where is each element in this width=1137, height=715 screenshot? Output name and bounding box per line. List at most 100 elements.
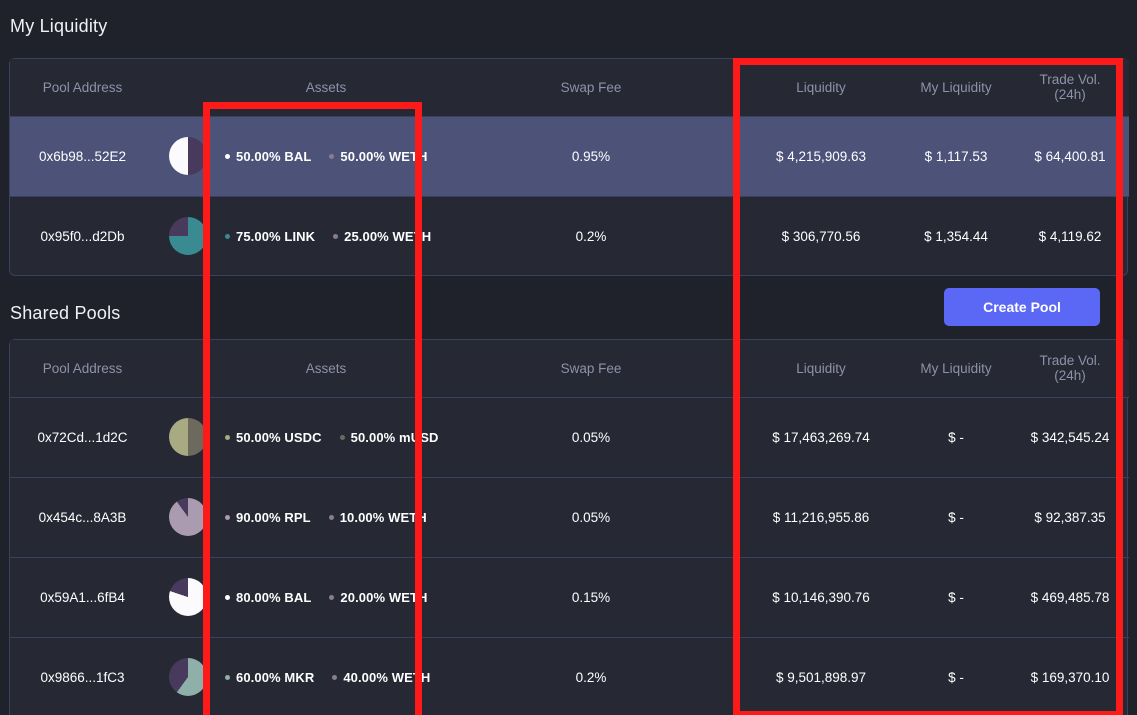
asset-color-dot-icon <box>225 515 230 520</box>
cell-liquidity: $ 4,215,909.63 <box>741 116 901 196</box>
cell-pie <box>155 196 211 276</box>
asset-weight-label: 75.00% LINK <box>236 229 315 244</box>
asset-color-dot-icon <box>329 595 334 600</box>
table-row[interactable]: 0x454c...8A3B90.00% RPL10.00% WETH0.05%$… <box>10 477 1129 557</box>
asset-legend-item: 20.00% WETH <box>329 590 427 605</box>
cell-pie <box>155 116 211 196</box>
asset-color-dot-icon <box>225 435 230 440</box>
shared-pools-table-head: Pool Address Assets Swap Fee Liquidity M… <box>10 340 1129 397</box>
cell-assets: 60.00% MKR 40.00% WETH <box>211 637 441 715</box>
cell-assets: 80.00% BAL 20.00% WETH <box>211 557 441 637</box>
asset-legend-item: 50.00% BAL <box>225 149 311 164</box>
cell-swap-fee: 0.15% <box>441 557 741 637</box>
asset-legend-item: 50.00% USDC <box>225 430 322 445</box>
cell-trade-volume: $ 169,370.10 <box>1011 637 1129 715</box>
asset-color-dot-icon <box>332 675 337 680</box>
column-header-swap-fee: Swap Fee <box>441 59 741 116</box>
cell-pool-address[interactable]: 0x9866...1fC3 <box>10 637 155 715</box>
pie-chart-icon <box>169 418 207 456</box>
cell-liquidity: $ 11,216,955.86 <box>741 477 901 557</box>
asset-color-dot-icon <box>333 234 338 239</box>
cell-swap-fee: 0.05% <box>441 477 741 557</box>
cell-trade-volume: $ 342,545.24 <box>1011 397 1129 477</box>
asset-weight-label: 50.00% USDC <box>236 430 322 445</box>
assets-legend: 60.00% MKR 40.00% WETH <box>225 670 427 685</box>
assets-legend: 50.00% USDC50.00% mUSD <box>225 430 427 445</box>
asset-color-dot-icon <box>225 675 230 680</box>
asset-weight-label: 50.00% mUSD <box>351 430 439 445</box>
table-row[interactable]: 0x59A1...6fB480.00% BAL20.00% WETH0.15%$… <box>10 557 1129 637</box>
asset-legend-item: 40.00% WETH <box>332 670 430 685</box>
cell-my-liquidity: $ - <box>901 477 1011 557</box>
table-row[interactable]: 0x6b98...52E250.00% BAL50.00% WETH0.95%$… <box>10 116 1129 196</box>
table-row[interactable]: 0x95f0...d2Db75.00% LINK25.00% WETH0.2%$… <box>10 196 1129 276</box>
table-row[interactable]: 0x9866...1fC3 60.00% MKR 40.00% WETH 0.2% $ … <box>10 637 1129 715</box>
pie-chart-icon <box>169 658 207 696</box>
cell-assets: 50.00% BAL 50.00% WETH <box>211 116 441 196</box>
asset-weight-label: 20.00% WETH <box>340 590 427 605</box>
create-pool-toolbar: Create Pool <box>9 277 1128 337</box>
cell-pie <box>155 477 211 557</box>
column-header-pool-address: Pool Address <box>10 59 155 116</box>
assets-legend: 75.00% LINK25.00% WETH <box>225 229 427 244</box>
table-header-row: Pool Address Assets Swap Fee Liquidity M… <box>10 59 1129 116</box>
assets-legend: 90.00% RPL 10.00% WETH <box>225 510 427 525</box>
cell-pie <box>155 397 211 477</box>
table-row[interactable]: 0x72Cd...1d2C 50.00% USDC 50.00% mUSD0.05%… <box>10 397 1129 477</box>
cell-trade-volume: $ 64,400.81 <box>1011 116 1129 196</box>
page-title-my-liquidity: My Liquidity <box>0 0 107 37</box>
cell-assets: 50.00% USDC 50.00% mUSD <box>211 397 441 477</box>
asset-color-dot-icon <box>225 154 230 159</box>
shared-pools-table-body: 0x72Cd...1d2C50.00% USDC50.00% mUSD0.05%… <box>10 397 1129 715</box>
cell-liquidity: $ 306,770.56 <box>741 196 901 276</box>
asset-legend-item: 50.00% mUSD <box>340 430 439 445</box>
column-header-my-liquidity: My Liquidity <box>901 59 1011 116</box>
asset-legend-item: 10.00% WETH <box>329 510 427 525</box>
column-header-liquidity: Liquidity <box>741 59 901 116</box>
assets-legend: 80.00% BAL 20.00% WETH <box>225 590 427 605</box>
column-header-swap-fee: Swap Fee <box>441 340 741 397</box>
asset-weight-label: 60.00% MKR <box>236 670 314 685</box>
create-pool-button[interactable]: Create Pool <box>944 288 1100 326</box>
cell-pool-address[interactable]: 0x454c...8A3B <box>10 477 155 557</box>
my-liquidity-table: Pool Address Assets Swap Fee Liquidity M… <box>10 59 1129 276</box>
table-header-row: Pool Address Assets Swap Fee Liquidity M… <box>10 340 1129 397</box>
cell-liquidity: $ 10,146,390.76 <box>741 557 901 637</box>
column-header-liquidity: Liquidity <box>741 340 901 397</box>
cell-pool-address[interactable]: 0x72Cd...1d2C <box>10 397 155 477</box>
asset-weight-label: 50.00% BAL <box>236 149 311 164</box>
cell-swap-fee: 0.95% <box>441 116 741 196</box>
asset-weight-label: 10.00% WETH <box>340 510 427 525</box>
cell-pool-address[interactable]: 0x6b98...52E2 <box>10 116 155 196</box>
cell-pool-address[interactable]: 0x95f0...d2Db <box>10 196 155 276</box>
cell-my-liquidity: $ 1,117.53 <box>901 116 1011 196</box>
assets-legend: 50.00% BAL 50.00% WETH <box>225 149 427 164</box>
pie-chart-icon <box>169 217 207 255</box>
cell-my-liquidity: $ - <box>901 397 1011 477</box>
my-liquidity-table-body: 0x6b98...52E250.00% BAL50.00% WETH0.95%$… <box>10 116 1129 276</box>
cell-my-liquidity: $ 1,354.44 <box>901 196 1011 276</box>
asset-color-dot-icon <box>225 595 230 600</box>
cell-swap-fee: 0.05% <box>441 397 741 477</box>
column-header-trade-volume: Trade Vol. (24h) <box>1011 59 1129 116</box>
pie-chart-icon <box>169 498 207 536</box>
cell-liquidity: $ 17,463,269.74 <box>741 397 901 477</box>
cell-pool-address[interactable]: 0x59A1...6fB4 <box>10 557 155 637</box>
cell-my-liquidity: $ - <box>901 557 1011 637</box>
cell-swap-fee: 0.2% <box>441 637 741 715</box>
asset-legend-item: 75.00% LINK <box>225 229 315 244</box>
column-header-trade-volume: Trade Vol. (24h) <box>1011 340 1129 397</box>
cell-trade-volume: $ 469,485.78 <box>1011 557 1129 637</box>
asset-color-dot-icon <box>329 515 334 520</box>
asset-weight-label: 80.00% BAL <box>236 590 311 605</box>
column-header-pie <box>155 59 211 116</box>
asset-weight-label: 90.00% RPL <box>236 510 311 525</box>
column-header-pie <box>155 340 211 397</box>
asset-legend-item: 60.00% MKR <box>225 670 314 685</box>
pie-chart-icon <box>169 578 207 616</box>
column-header-assets: Assets <box>211 59 441 116</box>
cell-assets: 90.00% RPL 10.00% WETH <box>211 477 441 557</box>
cell-trade-volume: $ 4,119.62 <box>1011 196 1129 276</box>
asset-legend-item: 50.00% WETH <box>329 149 427 164</box>
cell-assets: 75.00% LINK25.00% WETH <box>211 196 441 276</box>
